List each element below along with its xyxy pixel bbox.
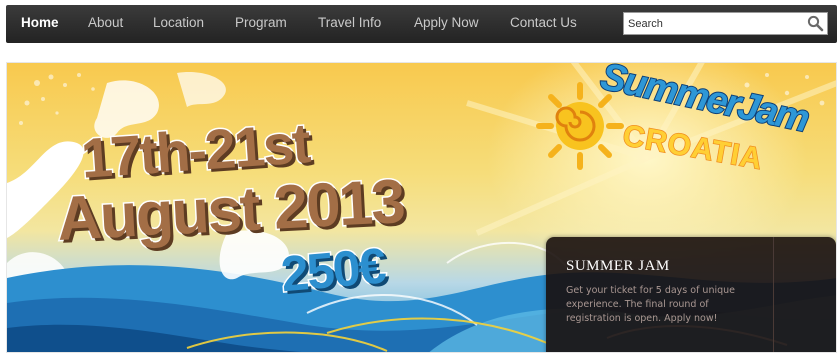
nav-travel-info[interactable]: Travel Info — [318, 15, 381, 35]
nav-contact-us[interactable]: Contact Us — [510, 15, 577, 35]
card-divider — [773, 237, 774, 352]
search-input[interactable] — [628, 15, 798, 32]
promo-card: SUMMER JAM Get your ticket for 5 days of… — [546, 237, 836, 352]
nav-location[interactable]: Location — [153, 15, 204, 35]
hero-banner: SummerJam CROATIA 17th-21st August 2013 … — [6, 62, 837, 353]
nav-home[interactable]: Home — [21, 15, 59, 35]
magnifier-icon[interactable] — [806, 14, 825, 33]
nav-program[interactable]: Program — [235, 15, 287, 35]
card-title: SUMMER JAM — [566, 258, 670, 274]
nav-about[interactable]: About — [88, 15, 123, 35]
ticket-price: 250€ — [277, 236, 388, 304]
card-text: Get your ticket for 5 days of unique exp… — [566, 285, 736, 324]
search-box — [623, 12, 828, 35]
main-navigation: Home About Location Program Travel Info … — [6, 5, 837, 43]
nav-apply-now[interactable]: Apply Now — [414, 15, 479, 35]
